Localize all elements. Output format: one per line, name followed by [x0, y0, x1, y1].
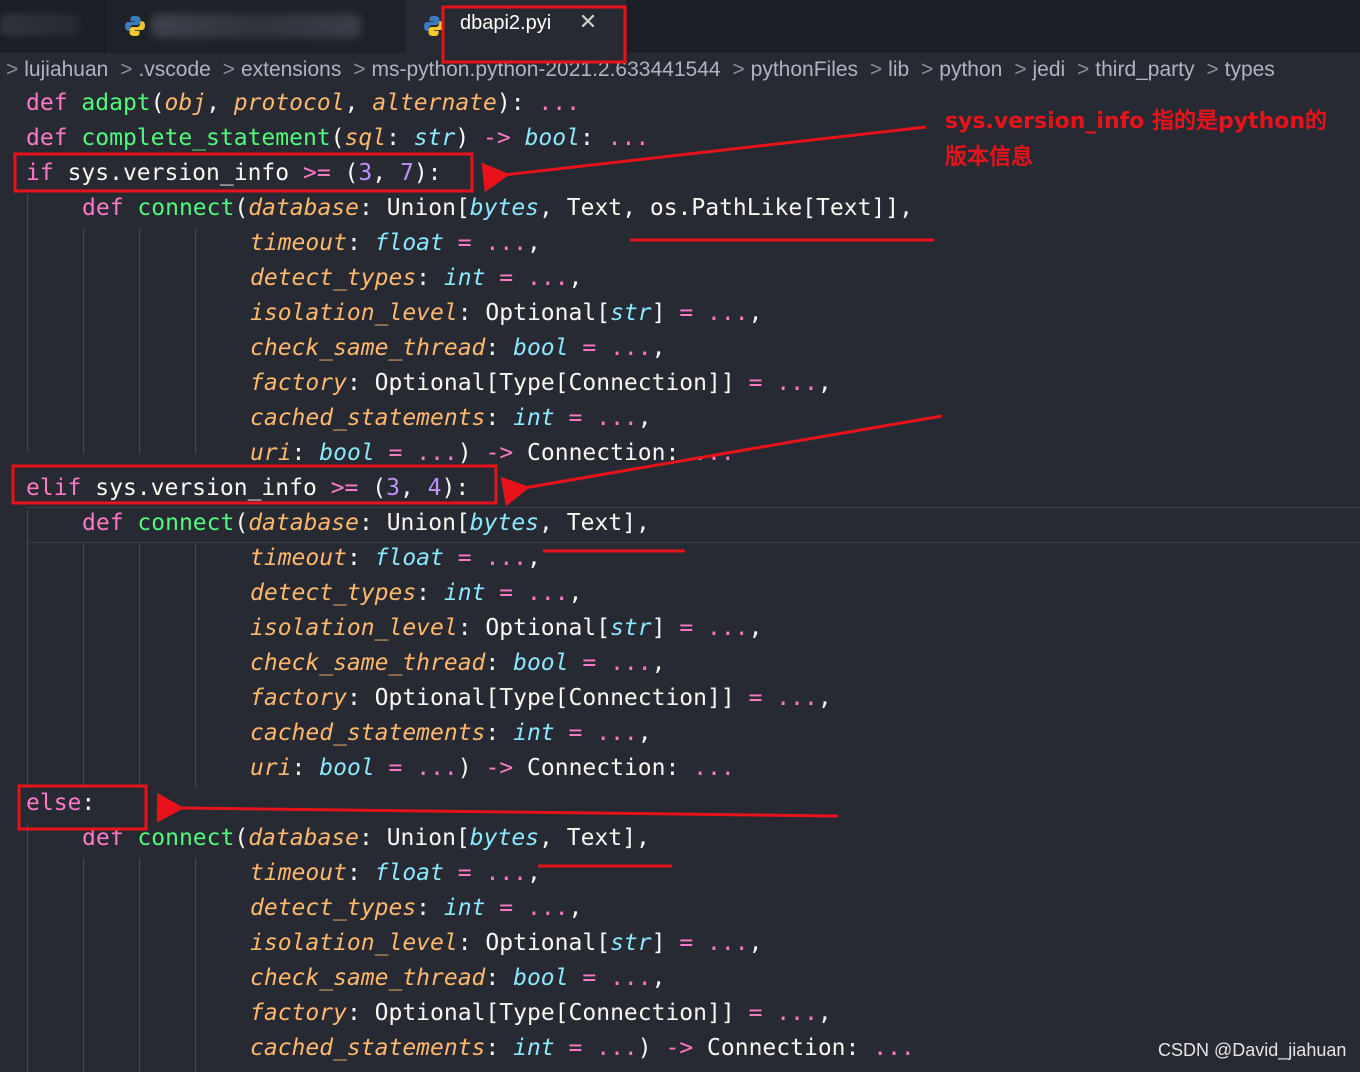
highlight-box-if — [13, 152, 474, 193]
highlight-box-else — [17, 784, 148, 831]
arrow — [500, 414, 943, 507]
annotation-line: sys.version_info 指的是python的 — [945, 109, 1328, 134]
arrow — [481, 125, 927, 193]
arrow — [156, 792, 839, 823]
annotation-note: sys.version_info 指的是python的 版本信息 — [945, 104, 1327, 176]
highlight-box-elif — [11, 464, 498, 505]
highlight-box-tab — [441, 5, 627, 64]
annotation-line: 版本信息 — [945, 145, 1034, 170]
watermark: CSDN @David_jiahuan — [1158, 1040, 1347, 1060]
